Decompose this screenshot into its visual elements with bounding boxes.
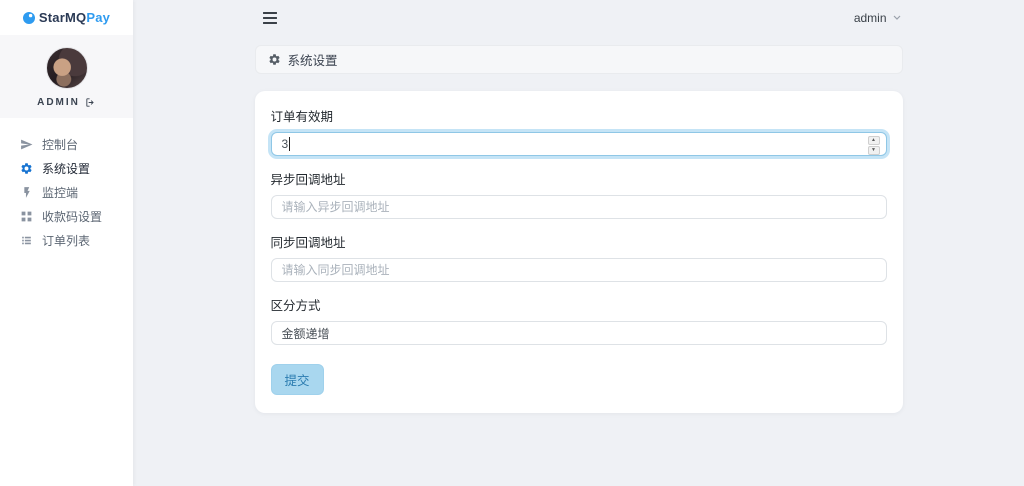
sidebar-item-label: 监控端	[42, 185, 79, 200]
brand-logo[interactable]: StarMQPay	[0, 0, 133, 35]
sidebar-item-console[interactable]: 控制台	[0, 132, 133, 156]
sidebar: StarMQPay ADMIN 控制台 系统设置 监控端 收款码设置 订单列表	[0, 0, 133, 486]
chevron-down-icon	[893, 15, 901, 20]
field-order-validity: 订单有效期 ▲▼	[270, 106, 887, 156]
field-label: 异步回调地址	[270, 173, 346, 187]
logout-icon[interactable]	[85, 97, 96, 108]
gear-icon	[20, 162, 33, 175]
field-label: 订单有效期	[270, 110, 334, 124]
page-title: 系统设置	[287, 54, 338, 68]
page-title-bar: 系统设置	[254, 45, 903, 74]
sidebar-item-label: 收款码设置	[42, 209, 103, 224]
paper-plane-icon	[20, 138, 33, 151]
field-sync-callback: 同步回调地址	[270, 232, 887, 282]
user-dropdown[interactable]: admin	[854, 11, 901, 25]
profile-username: ADMIN	[37, 97, 80, 108]
sidebar-item-monitor[interactable]: 监控端	[0, 180, 133, 204]
sidebar-item-system-settings[interactable]: 系统设置	[0, 156, 133, 180]
number-spinner[interactable]: ▲ ▼	[867, 136, 880, 155]
main-area: admin 系统设置 订单有效期 ▲▼ 异步回调地	[133, 0, 1024, 486]
gear-icon	[268, 53, 281, 66]
topbar: admin	[255, 0, 903, 35]
sidebar-item-label: 控制台	[42, 137, 79, 152]
avatar[interactable]	[45, 47, 88, 89]
async-callback-input[interactable]	[270, 195, 887, 219]
brand-suffix: Pay	[86, 10, 111, 25]
field-label: 同步回调地址	[270, 236, 346, 250]
profile-panel: ADMIN	[0, 35, 133, 118]
submit-button[interactable]: 提交	[270, 364, 324, 395]
list-icon	[20, 234, 33, 247]
sidebar-menu: 控制台 系统设置 监控端 收款码设置 订单列表	[0, 118, 133, 252]
field-async-callback: 异步回调地址	[270, 169, 887, 219]
spinner-down-icon[interactable]: ▼	[867, 146, 880, 155]
settings-form-card: 订单有效期 ▲▼ 异步回调地址 同步回调地址	[254, 91, 903, 413]
hamburger-icon[interactable]	[262, 11, 277, 24]
sync-callback-input[interactable]	[270, 258, 887, 282]
sidebar-item-label: 订单列表	[42, 233, 91, 248]
field-distinguish-method: 区分方式	[270, 295, 887, 345]
user-dropdown-label: admin	[853, 10, 887, 25]
field-label: 区分方式	[270, 299, 321, 313]
lightning-icon	[20, 186, 33, 199]
sidebar-item-payment-code-settings[interactable]: 收款码设置	[0, 204, 133, 228]
brand-dot-icon	[22, 11, 35, 24]
order-validity-input[interactable]	[270, 132, 887, 156]
text-caret	[288, 137, 290, 151]
brand-name: StarMQ	[38, 10, 87, 25]
spinner-up-icon[interactable]: ▲	[867, 136, 880, 145]
grid-icon	[20, 210, 33, 223]
sidebar-item-label: 系统设置	[42, 161, 91, 176]
sidebar-item-order-list[interactable]: 订单列表	[0, 228, 133, 252]
distinguish-method-input[interactable]	[270, 321, 887, 345]
